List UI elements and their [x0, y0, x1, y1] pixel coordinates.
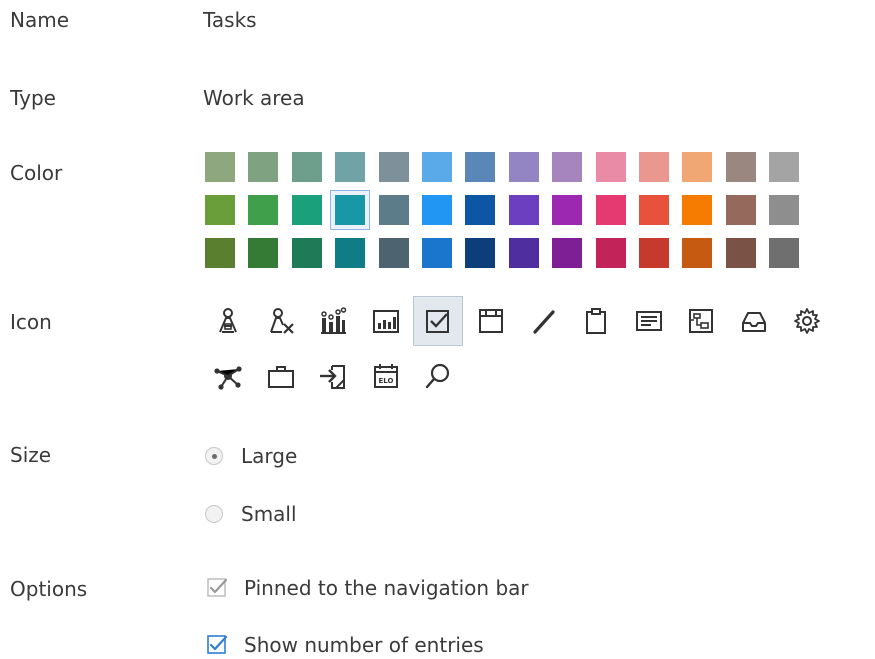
color-swatch[interactable]	[769, 195, 800, 225]
pencil-icon[interactable]	[519, 296, 569, 346]
color-swatch[interactable]	[595, 195, 626, 225]
user-remove-icon[interactable]	[256, 296, 306, 346]
color-swatch[interactable]	[465, 238, 496, 268]
size-large-label: Large	[241, 444, 298, 468]
pinned-label: Pinned to the navigation bar	[244, 576, 529, 600]
color-swatch[interactable]	[508, 152, 539, 182]
color-swatch[interactable]	[205, 195, 235, 225]
color-swatch[interactable]	[508, 238, 539, 268]
message-list-icon[interactable]	[624, 296, 674, 346]
color-swatch[interactable]	[725, 238, 756, 268]
report-chart-icon[interactable]	[361, 296, 411, 346]
size-small-radio[interactable]	[205, 505, 223, 523]
color-swatch[interactable]	[552, 152, 583, 182]
gear-icon[interactable]	[782, 296, 832, 346]
color-swatch[interactable]	[725, 195, 756, 225]
color-swatch[interactable]	[552, 238, 583, 268]
clipboard-icon[interactable]	[571, 296, 621, 346]
type-value: Work area	[203, 86, 305, 110]
color-palette	[201, 151, 801, 271]
color-swatch[interactable]	[291, 152, 322, 182]
color-swatch[interactable]	[595, 152, 626, 182]
briefcase-icon[interactable]	[256, 351, 306, 401]
color-swatch[interactable]	[378, 238, 409, 268]
elo-calendar-icon[interactable]: ELO	[361, 351, 411, 401]
color-swatch[interactable]	[335, 238, 366, 268]
show-entries-option[interactable]: Show number of entries	[206, 633, 484, 657]
size-large-option[interactable]: Large	[205, 444, 297, 468]
icon-label: Icon	[10, 310, 52, 334]
color-swatch[interactable]	[465, 195, 496, 225]
check-icon	[207, 635, 228, 654]
show-entries-label: Show number of entries	[244, 633, 484, 657]
color-swatch[interactable]	[422, 195, 452, 225]
show-entries-checkbox[interactable]	[206, 634, 228, 656]
check-icon	[207, 578, 228, 597]
color-swatch[interactable]	[205, 152, 235, 182]
checkbox-task-icon[interactable]	[413, 296, 464, 346]
pinned-checkbox[interactable]	[206, 577, 228, 599]
color-swatch[interactable]	[378, 195, 409, 225]
network-icon[interactable]	[203, 351, 253, 401]
pinned-option[interactable]: Pinned to the navigation bar	[206, 576, 529, 600]
color-swatch[interactable]	[248, 238, 279, 268]
color-swatch[interactable]	[682, 238, 713, 268]
color-swatch[interactable]	[248, 152, 279, 182]
color-swatch[interactable]	[335, 195, 366, 225]
size-label: Size	[10, 443, 52, 467]
color-swatch[interactable]	[769, 238, 800, 268]
name-value: Tasks	[203, 8, 257, 32]
color-swatch[interactable]	[725, 152, 756, 182]
color-swatch[interactable]	[552, 195, 583, 225]
svg-text:ELO: ELO	[378, 377, 393, 385]
user-folder-icon[interactable]	[203, 296, 253, 346]
inbox-tray-icon[interactable]	[729, 296, 779, 346]
sign-in-icon[interactable]	[308, 351, 358, 401]
color-swatch[interactable]	[595, 238, 626, 268]
color-swatch[interactable]	[769, 152, 800, 182]
color-swatch[interactable]	[639, 238, 669, 268]
size-small-option[interactable]: Small	[205, 502, 297, 526]
color-swatch[interactable]	[378, 152, 409, 182]
color-swatch[interactable]	[205, 238, 235, 268]
color-swatch[interactable]	[422, 152, 452, 182]
color-swatch[interactable]	[465, 152, 496, 182]
options-label: Options	[10, 577, 88, 601]
size-small-label: Small	[241, 502, 297, 526]
diagram-icon[interactable]	[676, 296, 726, 346]
search-icon[interactable]	[413, 351, 463, 401]
size-large-radio[interactable]	[205, 447, 223, 465]
color-swatch[interactable]	[422, 238, 452, 268]
name-label: Name	[10, 8, 70, 32]
type-label: Type	[10, 86, 56, 110]
color-swatch[interactable]	[291, 238, 322, 268]
color-label: Color	[10, 161, 63, 185]
color-swatch[interactable]	[682, 195, 713, 225]
color-swatch[interactable]	[639, 195, 669, 225]
color-swatch[interactable]	[248, 195, 279, 225]
color-swatch[interactable]	[335, 152, 366, 182]
window-icon[interactable]	[466, 296, 516, 346]
color-swatch[interactable]	[639, 152, 669, 182]
color-swatch[interactable]	[508, 195, 539, 225]
color-swatch[interactable]	[291, 195, 322, 225]
color-swatch[interactable]	[682, 152, 713, 182]
bar-chart-icon[interactable]	[308, 296, 358, 346]
